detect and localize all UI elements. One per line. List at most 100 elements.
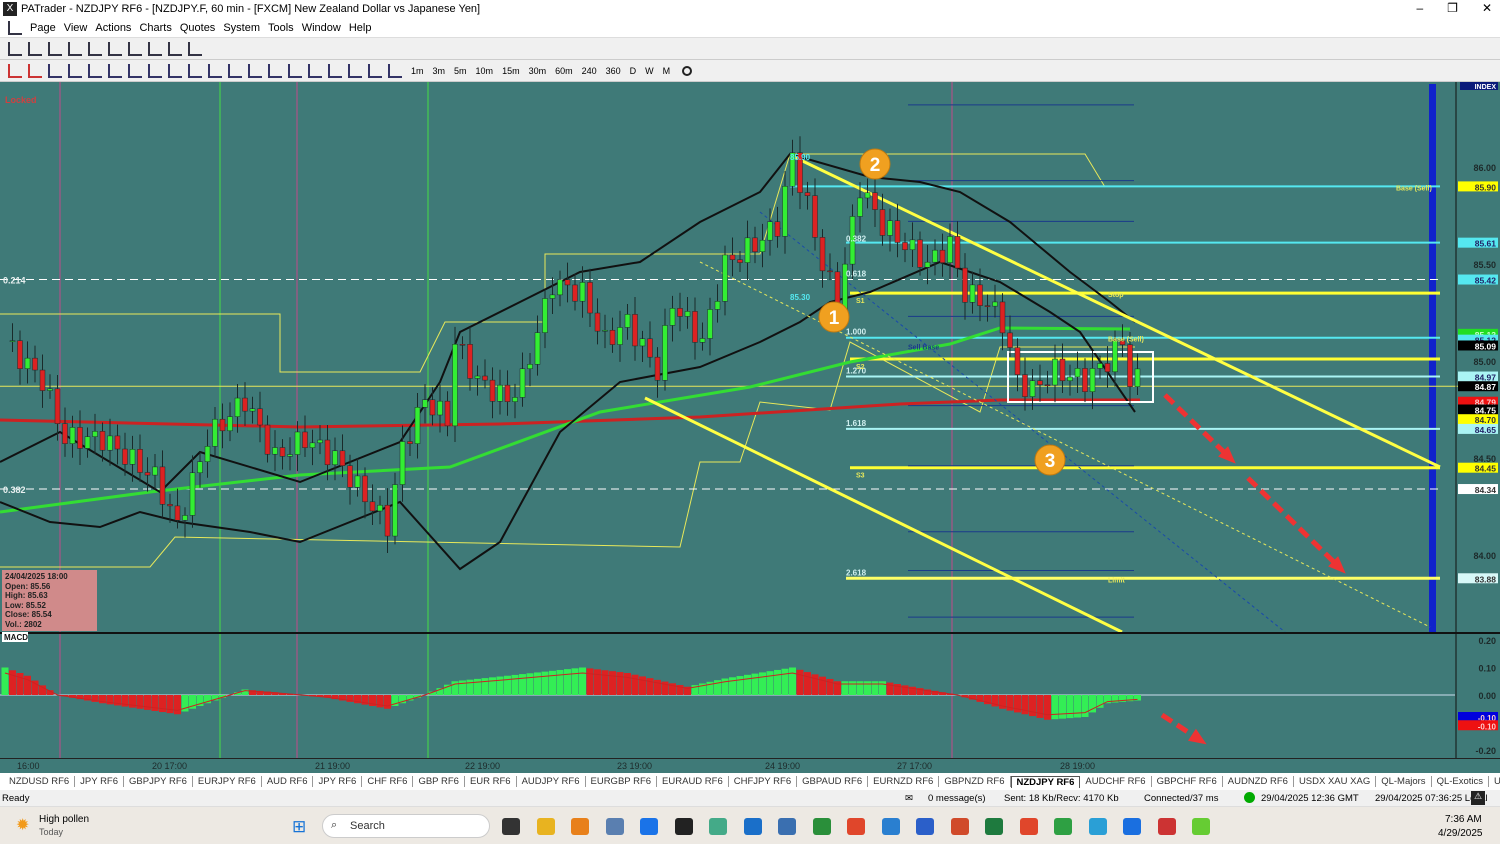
timeframe-3m[interactable]: 3m [430, 66, 449, 76]
taskbar-app-icon[interactable] [709, 818, 727, 835]
symbol-tab[interactable]: EURGBP RF6 [586, 776, 658, 787]
drawing-tool-icon[interactable] [368, 63, 382, 78]
symbol-tab[interactable]: NZDJPY RF6 [1010, 775, 1081, 788]
drawing-tool-icon[interactable] [328, 63, 342, 78]
taskbar-app-icon[interactable] [502, 818, 520, 835]
chart-tool-icon[interactable] [128, 41, 142, 56]
clock-time[interactable]: 7:36 AM [1445, 814, 1482, 825]
taskbar-app-icon[interactable] [847, 818, 865, 835]
status-messages[interactable]: 0 message(s) [928, 793, 986, 804]
chart-tool-icon[interactable] [28, 41, 42, 56]
drawing-tool-icon[interactable] [268, 63, 282, 78]
taskbar-app-icon[interactable] [1054, 818, 1072, 835]
clock-date[interactable]: 4/29/2025 [1438, 828, 1483, 839]
symbol-tab[interactable]: GBPJPY RF6 [124, 776, 193, 787]
drawing-tool-icon[interactable] [168, 63, 182, 78]
symbol-tab[interactable]: EURJPY RF6 [193, 776, 262, 787]
drawing-tool-icon[interactable] [68, 63, 82, 78]
timeframe-10m[interactable]: 10m [473, 66, 497, 76]
timeframe-240[interactable]: 240 [579, 66, 600, 76]
drawing-tool-icon[interactable] [8, 63, 22, 78]
menu-window[interactable]: Window [302, 22, 341, 34]
taskbar-app-icon[interactable] [778, 818, 796, 835]
clock-icon[interactable] [682, 65, 693, 76]
chart-tool-icon[interactable] [108, 41, 122, 56]
chart-tool-icon[interactable] [148, 41, 162, 56]
symbol-tab[interactable]: NZDUSD RF6 [4, 776, 76, 787]
taskbar-app-icon[interactable] [1157, 818, 1176, 835]
taskbar-app-icon[interactable] [605, 818, 624, 835]
symbol-tab[interactable]: EURAUD RF6 [657, 776, 729, 787]
close-button[interactable]: ✕ [1482, 1, 1492, 15]
symbol-tab[interactable]: EURNZD RF6 [868, 776, 940, 787]
timeframe-W[interactable]: W [642, 66, 657, 76]
menu-page[interactable]: Page [30, 22, 56, 34]
chart-tool-icon[interactable] [188, 41, 202, 56]
taskbar-app-icon[interactable] [1192, 818, 1210, 835]
price-chart[interactable]: Locked INDEX MACD 0.214 0.382 86.00 85.50 85.00… [0, 82, 1500, 758]
symbol-tab[interactable]: GBPNZD RF6 [939, 776, 1011, 787]
taskbar-app-icon[interactable] [743, 818, 762, 835]
symbol-tab[interactable]: QL-Majors [1376, 776, 1432, 787]
taskbar-app-icon[interactable] [950, 818, 969, 835]
symbol-tab[interactable]: JPY RF6 [75, 776, 125, 787]
symbol-tab[interactable]: QL-Exotics [1432, 776, 1490, 787]
drawing-tool-icon[interactable] [88, 63, 102, 78]
drawing-tool-icon[interactable] [248, 63, 262, 78]
taskbar-app-icon[interactable] [812, 818, 831, 835]
menu-view[interactable]: View [64, 22, 88, 34]
chart-canvas[interactable]: Locked INDEX MACD 0.214 0.382 86.00 85.50 85.00… [0, 82, 1500, 758]
drawing-tool-icon[interactable] [28, 63, 42, 78]
taskbar-app-icon[interactable] [1123, 818, 1141, 835]
taskbar-app-icon[interactable] [640, 818, 658, 835]
chart-tool-icon[interactable] [168, 41, 182, 56]
drawing-tool-icon[interactable] [48, 63, 62, 78]
taskbar-app-icon[interactable] [1088, 818, 1107, 835]
drawing-tool-icon[interactable] [308, 63, 322, 78]
drawing-tool-icon[interactable] [228, 63, 242, 78]
timeframe-5m[interactable]: 5m [451, 66, 470, 76]
symbol-tab[interactable]: CHFJPY RF6 [729, 776, 798, 787]
taskbar-app-icon[interactable] [674, 818, 693, 835]
symbol-tab[interactable]: USDX RF [1489, 776, 1500, 787]
symbol-tab[interactable]: USDX XAU XAG [1294, 776, 1377, 787]
weather-text[interactable]: High pollen [39, 814, 89, 825]
drawing-tool-icon[interactable] [188, 63, 202, 78]
taskbar-app-icon[interactable] [536, 818, 555, 835]
chart-tool-icon[interactable] [68, 41, 82, 56]
timeframe-15m[interactable]: 15m [499, 66, 523, 76]
menu-tools[interactable]: Tools [268, 22, 294, 34]
symbol-tab[interactable]: AUDCHF RF6 [1080, 776, 1152, 787]
menu-quotes[interactable]: Quotes [180, 22, 215, 34]
drawing-tool-icon[interactable] [348, 63, 362, 78]
start-icon[interactable]: ⊞ [292, 817, 306, 837]
taskbar-app-icon[interactable] [916, 818, 934, 835]
taskbar-app-icon[interactable] [985, 818, 1003, 835]
symbol-tab[interactable]: GBPAUD RF6 [797, 776, 869, 787]
taskbar-app-icon[interactable] [881, 818, 900, 835]
maximize-button[interactable]: ❐ [1447, 1, 1458, 15]
timeframe-1m[interactable]: 1m [408, 66, 427, 76]
symbol-tab[interactable]: EUR RF6 [465, 776, 517, 787]
timeframe-360[interactable]: 360 [603, 66, 624, 76]
taskbar-search[interactable]: ⌕ Search [322, 814, 490, 838]
menu-charts[interactable]: Charts [139, 22, 171, 34]
taskbar-app-icon[interactable] [1019, 818, 1038, 835]
drawing-tool-icon[interactable] [148, 63, 162, 78]
drawing-tool-icon[interactable] [288, 63, 302, 78]
minimize-button[interactable]: – [1416, 1, 1423, 15]
timeframe-60m[interactable]: 60m [552, 66, 576, 76]
alert-icon[interactable]: ⚠ [1471, 791, 1485, 805]
drawing-tool-icon[interactable] [108, 63, 122, 78]
symbol-tab[interactable]: GBP RF6 [413, 776, 465, 787]
drawing-tool-icon[interactable] [388, 63, 402, 78]
symbol-tab[interactable]: JPY RF6 [313, 776, 363, 787]
symbol-tab[interactable]: AUDJPY RF6 [517, 776, 586, 787]
timeframe-M[interactable]: M [660, 66, 674, 76]
symbol-tab[interactable]: AUDNZD RF6 [1223, 776, 1294, 787]
menu-actions[interactable]: Actions [95, 22, 131, 34]
chart-tool-icon[interactable] [8, 41, 22, 56]
symbol-tab[interactable]: AUD RF6 [262, 776, 314, 787]
chart-tool-icon[interactable] [88, 41, 102, 56]
drawing-tool-icon[interactable] [128, 63, 142, 78]
